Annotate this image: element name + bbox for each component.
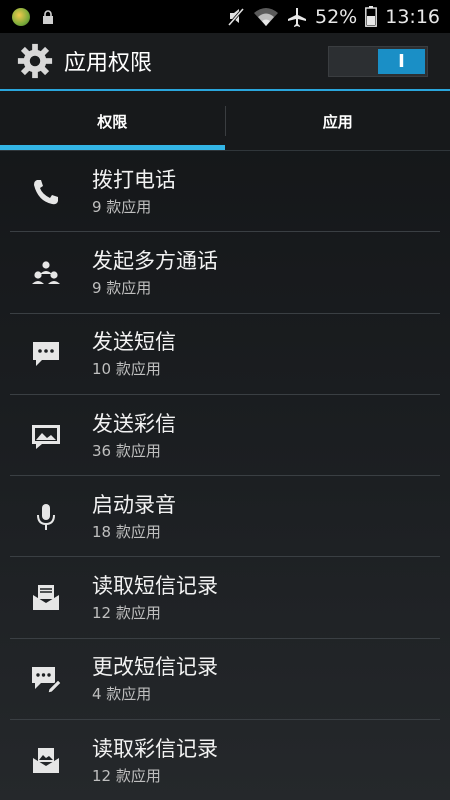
app-count: 12 款应用 bbox=[92, 766, 161, 785]
permission-list: 拨打电话 9 款应用 发起多方通话 9 款应用 发送短信 10 款应用 发送彩信… bbox=[0, 151, 450, 800]
battery-icon bbox=[365, 6, 378, 27]
page-title: 应用权限 bbox=[64, 51, 153, 76]
clock: 13:16 bbox=[385, 5, 440, 28]
app-notification-icon bbox=[12, 7, 30, 26]
mms-icon bbox=[0, 395, 92, 476]
permission-name: 启动录音 bbox=[92, 492, 176, 517]
conference-call-icon bbox=[0, 232, 92, 313]
app-count: 36 款应用 bbox=[92, 441, 161, 460]
list-item[interactable]: 读取彩信记录 12 款应用 bbox=[0, 720, 450, 800]
airplane-icon bbox=[288, 7, 306, 27]
battery-percent: 52% bbox=[315, 5, 358, 28]
read-mms-icon bbox=[0, 720, 92, 800]
mute-icon bbox=[227, 7, 245, 26]
tab-apps[interactable]: 应用 bbox=[226, 91, 450, 151]
status-bar: 52% 13:16 bbox=[0, 0, 450, 33]
lock-icon bbox=[43, 9, 53, 24]
app-count: 12 款应用 bbox=[92, 604, 161, 623]
list-item[interactable]: 发送彩信 36 款应用 bbox=[0, 395, 450, 477]
list-item[interactable]: 启动录音 18 款应用 bbox=[0, 476, 450, 558]
list-item[interactable]: 拨打电话 9 款应用 bbox=[0, 151, 450, 233]
list-item[interactable]: 发送短信 10 款应用 bbox=[0, 314, 450, 395]
permission-name: 拨打电话 bbox=[92, 167, 176, 192]
tab-permissions[interactable]: 权限 bbox=[0, 91, 225, 151]
permission-name: 发送短信 bbox=[92, 330, 176, 355]
app-count: 4 款应用 bbox=[92, 685, 152, 704]
list-item[interactable]: 读取短信记录 12 款应用 bbox=[0, 557, 450, 639]
tab-label: 应用 bbox=[322, 112, 353, 131]
app-count: 18 款应用 bbox=[92, 522, 161, 541]
permission-name: 更改短信记录 bbox=[92, 655, 218, 680]
sms-icon bbox=[0, 314, 92, 395]
permission-name: 读取彩信记录 bbox=[92, 736, 218, 761]
app-count: 9 款应用 bbox=[92, 278, 152, 297]
list-item[interactable]: 发起多方通话 9 款应用 bbox=[0, 232, 450, 314]
tab-label: 权限 bbox=[97, 112, 128, 131]
wifi-icon bbox=[254, 7, 278, 26]
app-count: 9 款应用 bbox=[92, 197, 152, 216]
toggle-knob: I bbox=[378, 49, 425, 74]
microphone-icon bbox=[0, 476, 92, 557]
read-sms-icon bbox=[0, 557, 92, 638]
phone-icon bbox=[0, 151, 92, 232]
permission-name: 发起多方通话 bbox=[92, 248, 218, 273]
master-toggle[interactable]: I bbox=[328, 46, 428, 77]
permission-name: 读取短信记录 bbox=[92, 574, 218, 599]
edit-sms-icon bbox=[0, 639, 92, 720]
permission-name: 发送彩信 bbox=[92, 411, 176, 436]
action-bar: 应用权限 I bbox=[0, 33, 450, 89]
app-count: 10 款应用 bbox=[92, 360, 161, 379]
tab-bar: 权限 应用 bbox=[0, 91, 450, 151]
settings-gear-icon[interactable] bbox=[16, 42, 54, 80]
screen: 52% 13:16 应用权限 I 权限 应用 拨打电话 9 款应用 发起多方通话… bbox=[0, 0, 450, 800]
list-item[interactable]: 更改短信记录 4 款应用 bbox=[0, 639, 450, 721]
